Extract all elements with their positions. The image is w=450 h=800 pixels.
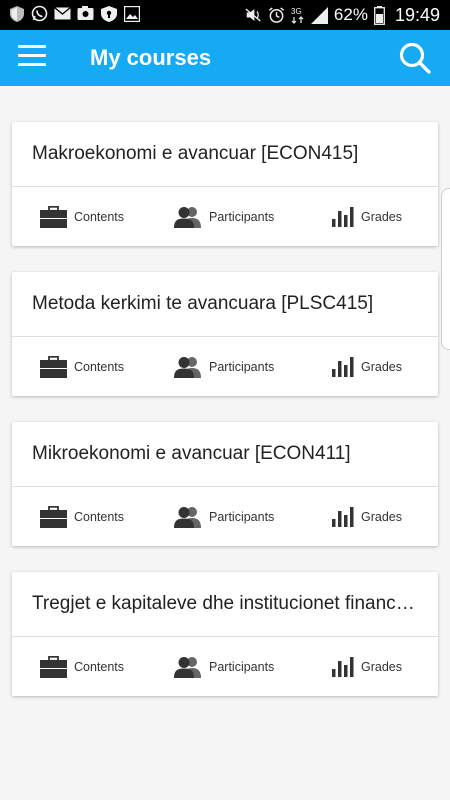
course-title[interactable]: Mikroekonomi e avancuar [ECON411]	[12, 422, 438, 487]
contents-button[interactable]: Contents	[40, 337, 124, 396]
contents-button[interactable]: Contents	[40, 487, 124, 546]
clock: 19:49	[394, 4, 440, 25]
bar-chart-icon	[332, 656, 354, 677]
grades-label: Grades	[361, 359, 402, 374]
contents-label: Contents	[74, 509, 125, 524]
whatsapp-icon	[31, 5, 48, 22]
search-button[interactable]	[398, 41, 432, 75]
participants-button[interactable]: Participants	[174, 487, 274, 546]
grades-label: Grades	[361, 659, 402, 674]
network-label: 3G	[291, 7, 302, 16]
mute-icon	[245, 7, 262, 24]
participants-label: Participants	[209, 659, 275, 674]
course-title[interactable]: Metoda kerkimi te avancuara [PLSC415]	[12, 272, 438, 337]
briefcase-icon	[40, 505, 67, 528]
menu-button[interactable]	[18, 45, 46, 71]
contents-label: Contents	[74, 359, 125, 374]
contents-label: Contents	[74, 659, 125, 674]
shield-icon	[8, 5, 25, 22]
course-title[interactable]: Tregjet e kapitaleve dhe institucionet f…	[12, 572, 438, 637]
course-list: Makroekonomi e avancuar [ECON415] Conten…	[12, 122, 438, 722]
contents-button[interactable]: Contents	[40, 187, 124, 246]
course-card: Metoda kerkimi te avancuara [PLSC415] Co…	[12, 272, 438, 396]
course-card: Makroekonomi e avancuar [ECON415] Conten…	[12, 122, 438, 246]
participants-button[interactable]: Participants	[174, 337, 274, 396]
photo-icon	[77, 5, 94, 22]
briefcase-icon	[40, 355, 67, 378]
participants-button[interactable]: Participants	[174, 637, 274, 696]
bar-chart-icon	[332, 506, 354, 527]
participants-icon	[174, 506, 201, 528]
contents-button[interactable]: Contents	[40, 637, 124, 696]
participants-icon	[174, 656, 201, 678]
app-bar: My courses	[0, 30, 450, 86]
participants-icon	[174, 356, 201, 378]
notification-icons	[8, 5, 140, 22]
search-icon	[399, 42, 431, 74]
bar-chart-icon	[332, 356, 354, 377]
contents-label: Contents	[74, 209, 125, 224]
course-actions: Contents Participants Grades	[12, 337, 438, 396]
image-icon	[123, 5, 140, 22]
network-3g-icon: 3G	[291, 7, 305, 24]
vpn-icon	[100, 5, 117, 22]
status-bar: 3G 62% 19:49	[0, 0, 450, 30]
course-actions: Contents Participants Grades	[12, 487, 438, 546]
course-card: Tregjet e kapitaleve dhe institucionet f…	[12, 572, 438, 696]
grades-label: Grades	[361, 209, 402, 224]
participants-button[interactable]: Participants	[174, 187, 274, 246]
course-card: Mikroekonomi e avancuar [ECON411] Conten…	[12, 422, 438, 546]
signal-icon	[310, 6, 328, 24]
course-actions: Contents Participants Grades	[12, 637, 438, 696]
course-actions: Contents Participants Grades	[12, 187, 438, 246]
participants-label: Participants	[209, 359, 275, 374]
battery-icon	[374, 5, 385, 25]
grades-button[interactable]: Grades	[332, 187, 402, 246]
course-title[interactable]: Makroekonomi e avancuar [ECON415]	[12, 122, 438, 187]
briefcase-icon	[40, 205, 67, 228]
edge-handle[interactable]	[441, 188, 450, 350]
bar-chart-icon	[332, 206, 354, 227]
participants-label: Participants	[209, 509, 275, 524]
alarm-icon	[268, 7, 285, 24]
briefcase-icon	[40, 655, 67, 678]
grades-button[interactable]: Grades	[332, 637, 402, 696]
participants-icon	[174, 206, 201, 228]
grades-button[interactable]: Grades	[332, 487, 402, 546]
system-status: 3G 62% 19:49	[245, 0, 440, 30]
participants-label: Participants	[209, 209, 275, 224]
grades-button[interactable]: Grades	[332, 337, 402, 396]
grades-label: Grades	[361, 509, 402, 524]
hamburger-icon	[18, 45, 46, 48]
page-title: My courses	[90, 45, 212, 70]
battery-level: 62%	[333, 5, 368, 24]
mail-icon	[54, 5, 71, 22]
